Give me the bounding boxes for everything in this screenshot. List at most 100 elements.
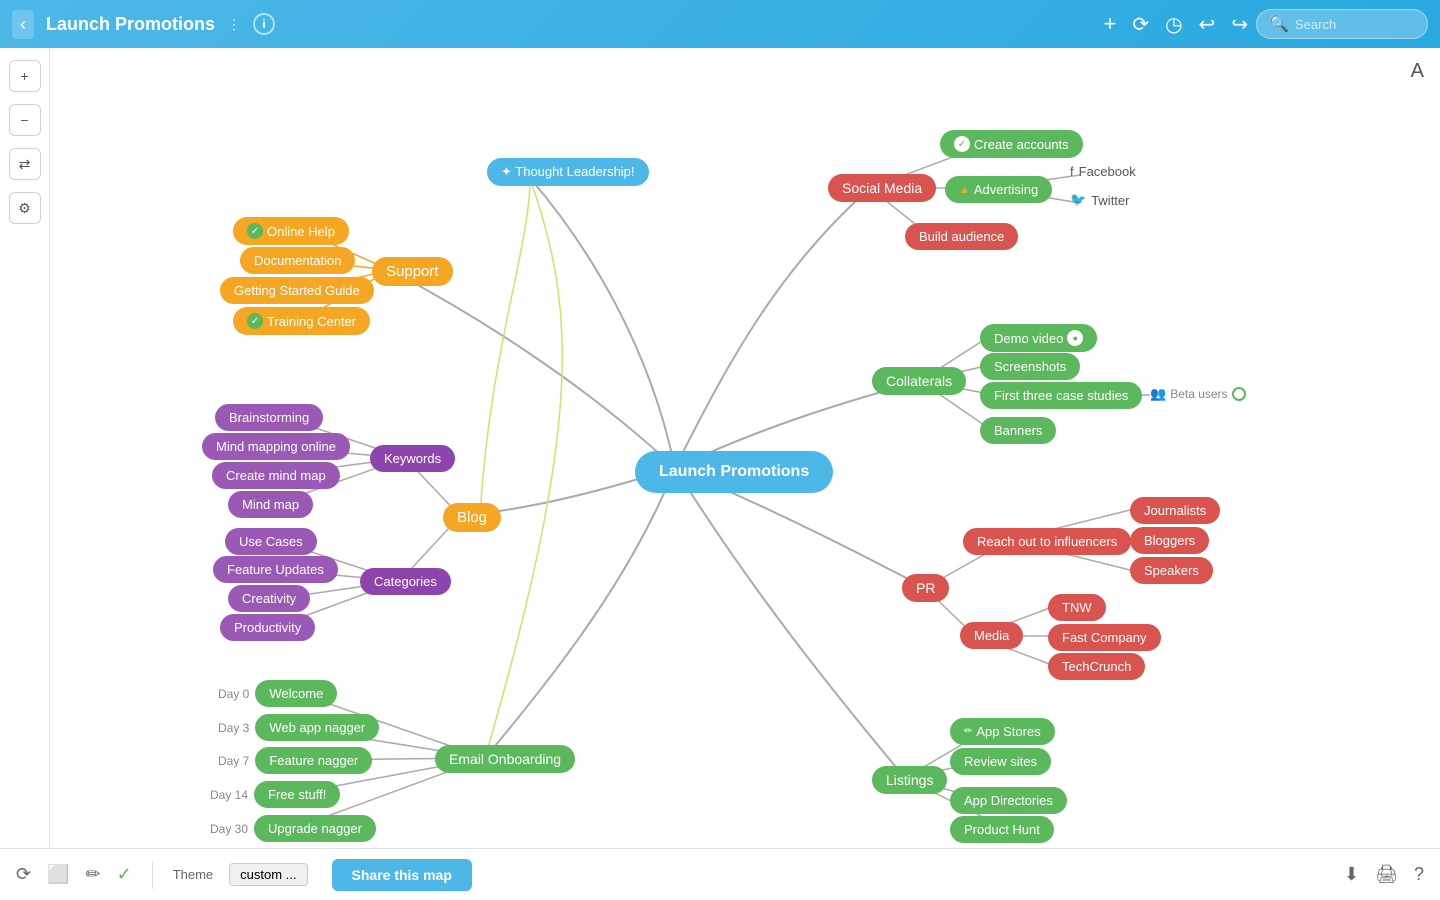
productivity-label: Productivity — [234, 620, 301, 635]
advertising-node[interactable]: ▲ Advertising — [945, 176, 1052, 203]
zoom-out-button[interactable]: − — [9, 104, 41, 136]
back-button[interactable]: ‹ — [12, 10, 34, 39]
training-center-label: Training Center — [267, 314, 356, 329]
techcrunch-node[interactable]: TechCrunch — [1048, 653, 1145, 680]
download-icon[interactable]: ⬇ — [1344, 864, 1359, 885]
mind-map-node[interactable]: Mind map — [228, 491, 313, 518]
info-button[interactable]: i — [253, 13, 275, 35]
email-onboarding-node[interactable]: Email Onboarding — [435, 745, 575, 773]
documentation-node[interactable]: Documentation — [240, 247, 355, 274]
font-size-icon[interactable]: A — [1411, 60, 1424, 83]
tnw-node[interactable]: TNW — [1048, 594, 1106, 621]
bloggers-node[interactable]: Bloggers — [1130, 527, 1209, 554]
divider — [152, 861, 153, 889]
add-icon[interactable]: + — [1103, 11, 1116, 37]
journalists-label: Journalists — [1144, 503, 1206, 518]
create-accounts-node[interactable]: ✓ Create accounts — [940, 130, 1083, 158]
brainstorming-label: Brainstorming — [229, 410, 309, 425]
help-icon[interactable]: ? — [1414, 864, 1424, 885]
history-icon[interactable]: ◷ — [1165, 12, 1182, 37]
screenshots-node[interactable]: Screenshots — [980, 353, 1080, 380]
use-cases-label: Use Cases — [239, 534, 303, 549]
day14-label: Day 14 — [210, 788, 248, 802]
theme-label: Theme — [173, 867, 213, 882]
print-icon[interactable]: 🖨 — [1375, 864, 1398, 885]
social-media-node[interactable]: Social Media — [828, 174, 936, 202]
social-media-label: Social Media — [842, 180, 922, 196]
pr-node[interactable]: PR — [902, 574, 949, 602]
app-directories-node[interactable]: App Directories — [950, 787, 1067, 814]
create-mind-map-node[interactable]: Create mind map — [212, 462, 340, 489]
demo-video-node[interactable]: Demo video ● — [980, 324, 1097, 352]
feature-updates-node[interactable]: Feature Updates — [213, 556, 338, 583]
feature-nagger-node[interactable]: Feature nagger — [255, 747, 372, 774]
build-audience-node[interactable]: Build audience — [905, 223, 1018, 250]
email-onboarding-label: Email Onboarding — [449, 751, 561, 767]
app-stores-node[interactable]: ✏ App Stores — [950, 718, 1055, 745]
central-node[interactable]: Launch Promotions — [635, 451, 833, 493]
settings-button[interactable]: ⚙ — [9, 192, 41, 224]
welcome-node[interactable]: Welcome — [255, 680, 337, 707]
day30-row: Day 30 Upgrade nagger — [210, 815, 376, 842]
search-input[interactable] — [1295, 17, 1415, 32]
canvas: Launch Promotions ✦ Thought Leadership! … — [50, 48, 1440, 848]
speakers-label: Speakers — [1144, 563, 1199, 578]
bottom-right: ⬇ 🖨 ? — [1344, 864, 1424, 885]
mind-mapping-online-node[interactable]: Mind mapping online — [202, 433, 350, 460]
facebook-row: f Facebook — [1070, 164, 1136, 179]
day3-row: Day 3 Web app nagger — [218, 714, 379, 741]
keywords-node[interactable]: Keywords — [370, 445, 455, 472]
search-box[interactable]: 🔍 — [1256, 9, 1428, 39]
collaterals-node[interactable]: Collaterals — [872, 367, 966, 395]
categories-node[interactable]: Categories — [360, 568, 451, 595]
demo-video-label: Demo video — [994, 331, 1063, 346]
productivity-node[interactable]: Productivity — [220, 614, 315, 641]
media-node[interactable]: Media — [960, 622, 1023, 649]
documentation-label: Documentation — [254, 253, 341, 268]
product-hunt-node[interactable]: Product Hunt — [950, 816, 1054, 843]
beta-users-icon: 👥 — [1150, 386, 1166, 402]
training-center-node[interactable]: ✓ Training Center — [233, 307, 370, 335]
screen-icon[interactable]: ⬜ — [47, 864, 69, 885]
speakers-node[interactable]: Speakers — [1130, 557, 1213, 584]
media-label: Media — [974, 628, 1009, 643]
zoom-in-button[interactable]: + — [9, 60, 41, 92]
banners-node[interactable]: Banners — [980, 417, 1056, 444]
support-node[interactable]: Support — [372, 257, 453, 286]
blog-label: Blog — [457, 509, 487, 526]
day0-label: Day 0 — [218, 687, 249, 701]
review-sites-node[interactable]: Review sites — [950, 748, 1051, 775]
listings-node[interactable]: Listings — [872, 766, 947, 794]
create-accounts-label: Create accounts — [974, 137, 1069, 152]
history-icon[interactable]: ⟳ — [16, 864, 31, 885]
redo-alt-icon[interactable]: ⟳ — [1132, 12, 1149, 37]
twitter-label: Twitter — [1091, 193, 1129, 208]
beta-users-circle — [1232, 387, 1246, 401]
fast-company-node[interactable]: Fast Company — [1048, 624, 1161, 651]
free-stuff-node[interactable]: Free stuff! — [254, 781, 340, 808]
thought-leadership-node[interactable]: ✦ Thought Leadership! — [487, 158, 649, 186]
use-cases-node[interactable]: Use Cases — [225, 528, 317, 555]
share-button[interactable]: Share this map — [332, 859, 472, 891]
bottom-bar: ⟳ ⬜ ✏ ✓ Theme custom ... Share this map … — [0, 848, 1440, 900]
shuffle-button[interactable]: ⇄ — [9, 148, 41, 180]
upgrade-nagger-node[interactable]: Upgrade nagger — [254, 815, 376, 842]
check-icon[interactable]: ✓ — [117, 864, 132, 885]
theme-selector[interactable]: custom ... — [229, 863, 307, 886]
blog-node[interactable]: Blog — [443, 503, 501, 532]
brainstorming-node[interactable]: Brainstorming — [215, 404, 323, 431]
creativity-node[interactable]: Creativity — [228, 585, 310, 612]
first-case-studies-node[interactable]: First three case studies — [980, 382, 1142, 409]
undo-icon[interactable]: ↩ — [1199, 12, 1216, 37]
review-sites-label: Review sites — [964, 754, 1037, 769]
web-app-nagger-node[interactable]: Web app nagger — [255, 714, 379, 741]
facebook-icon: f — [1070, 164, 1074, 179]
getting-started-node[interactable]: Getting Started Guide — [220, 277, 374, 304]
journalists-node[interactable]: Journalists — [1130, 497, 1220, 524]
day7-label: Day 7 — [218, 754, 249, 768]
online-help-node[interactable]: ✓ Online Help — [233, 217, 349, 245]
reach-out-node[interactable]: Reach out to influencers — [963, 528, 1131, 555]
twitter-row: 🐦 Twitter — [1070, 192, 1129, 208]
redo-icon[interactable]: ↪ — [1231, 12, 1248, 37]
edit-icon[interactable]: ✏ — [86, 864, 101, 885]
